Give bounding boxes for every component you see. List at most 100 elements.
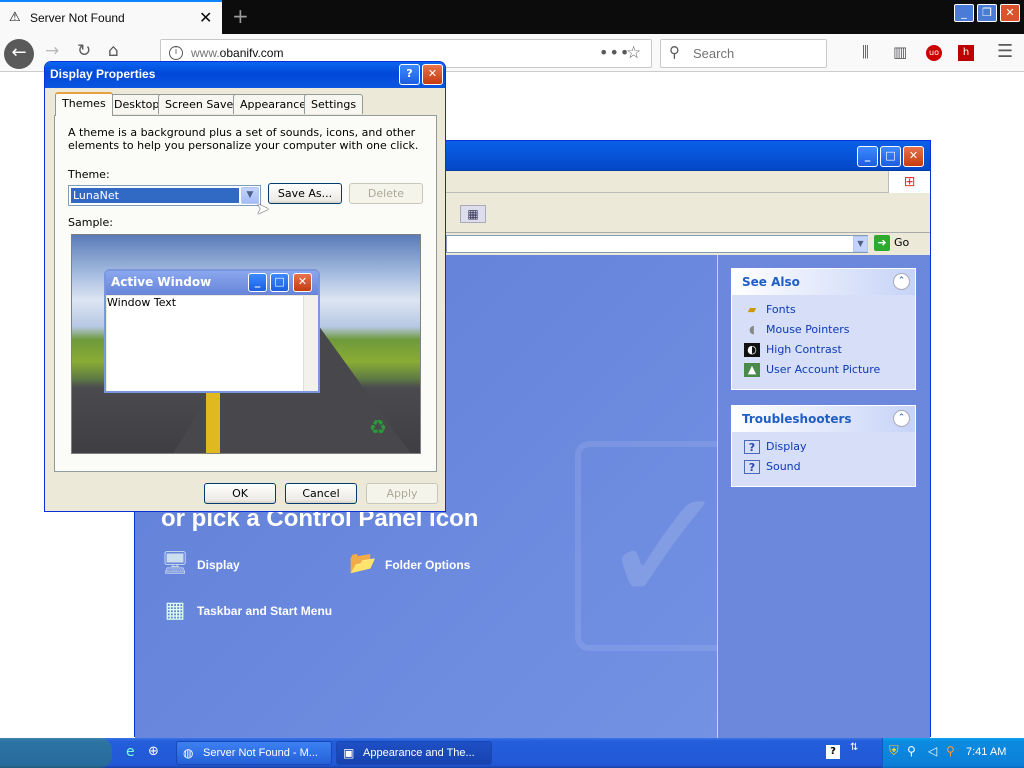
dialog-titlebar[interactable]: Display Properties <box>45 62 445 88</box>
browser-tab[interactable]: ⚠ Server Not Found ✕ <box>0 0 222 34</box>
sample-maximize-icon: □ <box>270 273 289 292</box>
help-tray-icon[interactable]: ? <box>826 745 840 759</box>
display-properties-dialog: Display Properties ? ✕ Themes Desktop Sc… <box>44 61 446 512</box>
picture-icon: ▲ <box>744 363 760 377</box>
menu-icon[interactable]: ☰ <box>997 41 1013 62</box>
go-label: Go <box>894 236 910 249</box>
security-shield-icon[interactable]: ⛨ <box>889 744 899 759</box>
folder-options-icon[interactable]: 📂 <box>347 549 379 579</box>
search-box[interactable]: ⚲ Search <box>660 39 827 68</box>
tab-appearance[interactable]: Appearance <box>233 94 314 114</box>
firefox-icon: ◍ <box>183 746 194 760</box>
help-button[interactable]: ? <box>399 64 420 85</box>
close-tab-icon[interactable]: ✕ <box>199 8 212 27</box>
contrast-icon: ◐ <box>744 343 760 357</box>
cp-toolbar <box>446 193 930 233</box>
tab-screen-saver[interactable]: Screen Saver <box>158 94 245 114</box>
ok-button[interactable]: OK <box>204 483 276 504</box>
sample-minimize-icon: _ <box>248 273 267 292</box>
delete-button[interactable]: Delete <box>349 183 423 204</box>
warning-icon: ⚠ <box>9 10 21 25</box>
start-button[interactable] <box>0 738 112 768</box>
see-also-title: See Also <box>732 269 915 295</box>
sample-label: Sample: <box>68 216 113 229</box>
cancel-button[interactable]: Cancel <box>285 483 357 504</box>
library-icon[interactable]: ⫼ <box>862 43 869 61</box>
theme-sample-preview: Active Window _ □ ✕ Window Text ♻ <box>71 234 421 454</box>
reload-icon[interactable]: ↻ <box>77 41 91 61</box>
ie-quicklaunch-icon[interactable]: e <box>126 744 135 760</box>
collapse-icon[interactable]: ⌃ <box>893 410 910 427</box>
theme-selected-value: LunaNet <box>71 188 239 203</box>
go-arrow-icon: ➜ <box>874 235 890 251</box>
sample-active-window: Active Window _ □ ✕ Window Text <box>104 269 320 393</box>
maximize-browser-button[interactable]: ❐ <box>977 4 997 22</box>
info-icon[interactable]: i <box>169 46 183 60</box>
quicklaunch-icon[interactable]: ⊕ <box>148 744 159 759</box>
close-browser-button[interactable]: ✕ <box>1000 4 1020 22</box>
see-also-fonts[interactable]: ▰ Fonts <box>732 301 915 321</box>
bookmark-star-icon[interactable]: ☆ <box>626 43 641 63</box>
see-also-panel: See Also ⌃ ▰ Fonts ◖ Mouse Pointers ◐ High … <box>731 268 916 390</box>
address-dropdown-icon[interactable]: ▼ <box>853 236 868 252</box>
see-also-high-contrast[interactable]: ◐ High Contrast <box>732 341 915 361</box>
back-icon[interactable]: ← <box>4 39 34 69</box>
volume-icon[interactable]: ◁ <box>928 744 937 758</box>
extension-icon[interactable]: h <box>958 45 974 61</box>
mouse-icon: ◖ <box>749 323 755 336</box>
display-icon[interactable]: 🖥 <box>159 549 191 579</box>
new-tab-icon[interactable]: + <box>232 4 249 28</box>
troubleshooters-title: Troubleshooters <box>732 406 915 432</box>
control-panel-icon: ▣ <box>343 746 355 760</box>
mouse-cursor-icon: ➤ <box>256 199 270 218</box>
views-icon[interactable]: ▦ <box>460 205 486 223</box>
address-input[interactable] <box>446 235 868 253</box>
dialog-close-button[interactable]: ✕ <box>422 64 443 85</box>
cp-menubar <box>446 171 930 193</box>
task-appearance-themes[interactable]: ▣ Appearance and The... <box>336 741 492 765</box>
tab-themes[interactable]: Themes <box>55 92 113 116</box>
see-also-mouse-pointers[interactable]: ◖ Mouse Pointers <box>732 321 915 341</box>
apply-button[interactable]: Apply <box>366 483 438 504</box>
sample-close-icon: ✕ <box>293 273 312 292</box>
dialog-title: Display Properties <box>50 67 156 81</box>
sidebar-icon[interactable]: ▥ <box>893 43 907 61</box>
minimize-browser-button[interactable]: _ <box>954 4 974 22</box>
cp-close-button[interactable]: ✕ <box>903 146 924 167</box>
recycle-bin-icon: ♻ <box>369 415 387 439</box>
url-prefix: www. <box>191 46 220 60</box>
theme-select[interactable]: LunaNet ▼ <box>68 185 261 206</box>
help-icon: ? <box>744 440 760 454</box>
cp-minimize-button[interactable]: _ <box>857 146 878 167</box>
tray-arrows-icon[interactable]: ⇅ <box>850 742 858 753</box>
tab-settings[interactable]: Settings <box>304 94 364 114</box>
task-firefox[interactable]: ◍ Server Not Found - M... <box>176 741 332 765</box>
search-tray-icon[interactable]: ⚲ <box>946 744 955 758</box>
taskbar-icon[interactable]: ▦ <box>159 596 191 626</box>
window-text: Window Text <box>107 296 303 391</box>
window-text-label: Window Text <box>107 296 177 309</box>
troubleshooter-sound[interactable]: ? Sound <box>732 458 915 478</box>
forward-icon[interactable]: → <box>45 41 59 61</box>
collapse-icon[interactable]: ⌃ <box>893 273 910 290</box>
search-icon: ⚲ <box>669 43 680 61</box>
search-placeholder: Search <box>693 46 735 61</box>
display-link[interactable]: Display <box>197 558 240 572</box>
fonts-folder-icon: ▰ <box>747 303 757 316</box>
ublock-icon[interactable]: uo <box>926 45 942 61</box>
theme-description: A theme is a background plus a set of so… <box>68 126 419 152</box>
sample-scrollbar <box>303 296 318 391</box>
cp-maximize-button[interactable]: □ <box>880 146 901 167</box>
go-button[interactable]: ➜ Go <box>874 235 920 253</box>
url-text: www.obanifv.com <box>191 46 283 60</box>
save-as-button[interactable]: Save As... <box>268 183 342 204</box>
home-icon[interactable]: ⌂ <box>108 41 119 61</box>
clock: 7:41 AM <box>966 746 1007 758</box>
network-icon[interactable]: ⚲ <box>907 744 916 758</box>
see-also-user-account-picture[interactable]: ▲ User Account Picture <box>732 361 915 381</box>
help-icon: ? <box>744 460 760 474</box>
folder-options-link[interactable]: Folder Options <box>385 558 470 572</box>
troubleshooter-display[interactable]: ? Display <box>732 438 915 458</box>
windows-logo-icon: ⊞ <box>888 171 930 193</box>
taskbar-start-menu-link[interactable]: Taskbar and Start Menu <box>197 604 332 618</box>
